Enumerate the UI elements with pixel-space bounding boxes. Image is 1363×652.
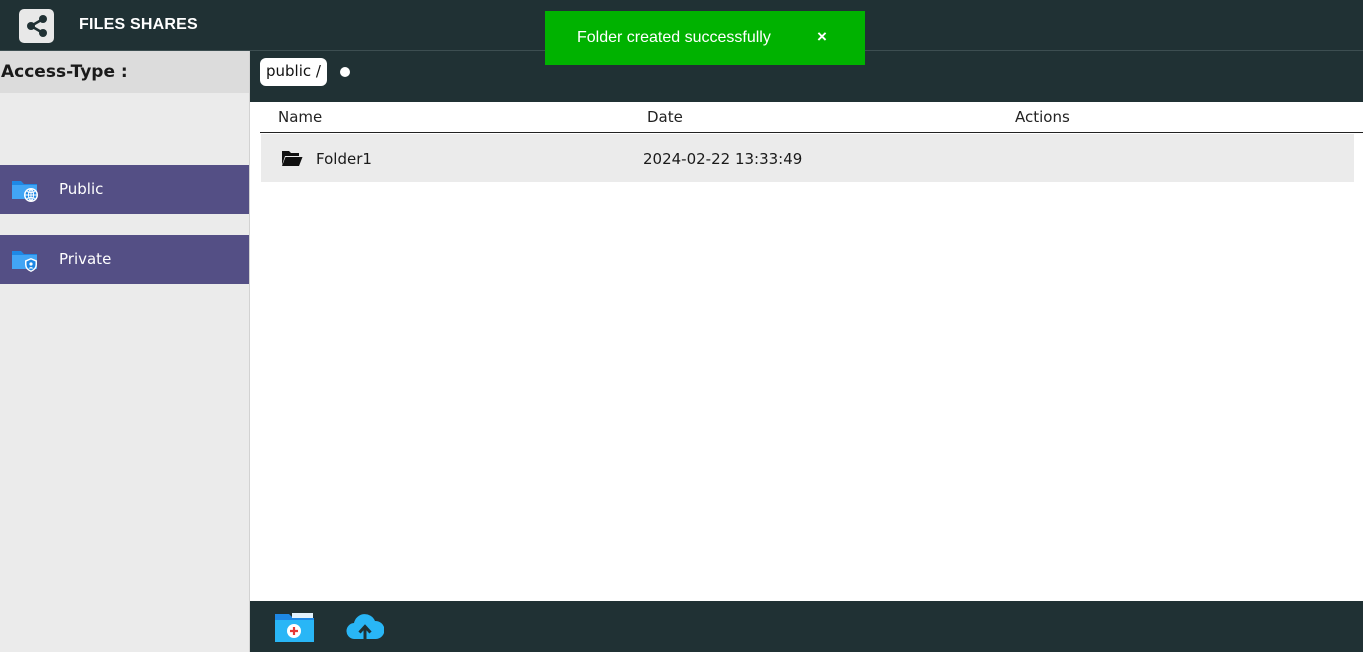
app-title: FILES SHARES xyxy=(79,16,198,33)
status-dot xyxy=(340,67,350,77)
table-row[interactable]: Folder1 2024-02-22 13:33:49 xyxy=(261,134,1354,182)
sidebar-item-label: Private xyxy=(59,250,112,268)
sidebar-item-public[interactable]: Public xyxy=(0,165,249,214)
table-header: Name Date Actions xyxy=(260,102,1363,133)
sidebar-item-private[interactable]: Private xyxy=(0,235,249,284)
folder-lock-icon xyxy=(11,248,41,276)
share-icon[interactable] xyxy=(19,9,54,43)
folder-name: Folder1 xyxy=(316,150,372,168)
folder-date: 2024-02-22 13:33:49 xyxy=(643,150,803,168)
column-header-name[interactable]: Name xyxy=(278,108,322,126)
breadcrumb[interactable]: public / xyxy=(260,58,327,86)
cloud-upload-icon[interactable] xyxy=(346,613,385,647)
column-header-actions: Actions xyxy=(1015,108,1070,126)
success-toast: Folder created successfully × xyxy=(545,11,865,65)
column-header-date[interactable]: Date xyxy=(647,108,683,126)
toast-message: Folder created successfully xyxy=(577,29,771,46)
sidebar xyxy=(0,51,250,652)
folder-open-icon xyxy=(281,150,303,171)
close-icon[interactable]: × xyxy=(817,27,827,47)
folder-globe-icon xyxy=(11,178,41,206)
footer-toolbar xyxy=(250,601,1363,652)
access-type-heading: Access-Type : xyxy=(0,51,249,93)
new-folder-icon[interactable] xyxy=(274,612,316,648)
sidebar-item-label: Public xyxy=(59,180,104,198)
